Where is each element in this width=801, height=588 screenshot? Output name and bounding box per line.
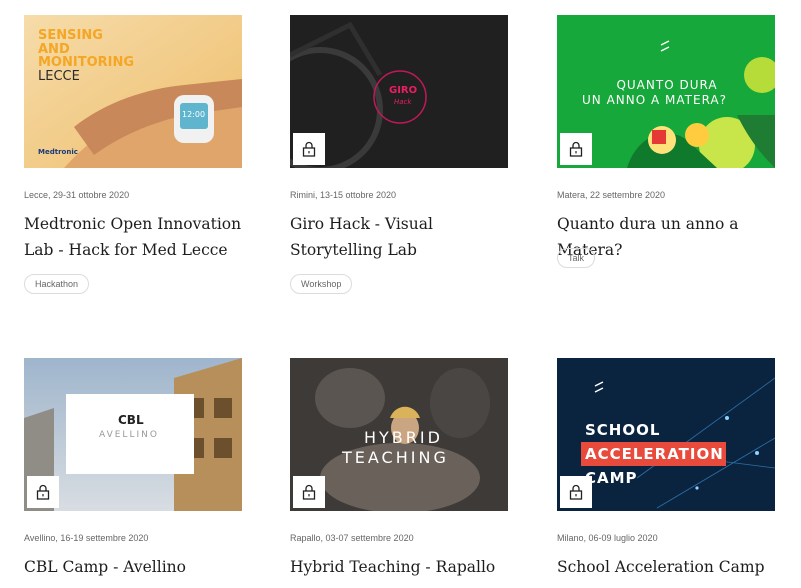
image-text-line2: UN ANNO A MATERA?: [582, 93, 727, 107]
image-text-line2: ACCELERATION: [585, 445, 724, 463]
event-title[interactable]: School Acceleration Camp: [557, 554, 797, 580]
event-title[interactable]: Hybrid Teaching - Rapallo: [290, 554, 530, 580]
event-meta: Milano, 06-09 luglio 2020: [557, 533, 658, 543]
lock-badge: [560, 476, 592, 508]
giro-logo: GIRO: [389, 85, 418, 96]
lock-icon: [36, 484, 50, 500]
lock-badge: [293, 476, 325, 508]
lock-icon: [569, 141, 583, 157]
event-tag[interactable]: Talk: [557, 248, 596, 268]
lock-icon: [569, 484, 583, 500]
event-image[interactable]: CBL AVELLINO: [24, 358, 242, 511]
event-image[interactable]: GIRO Hack: [290, 15, 508, 168]
event-card[interactable]: SCHOOL ACCELERATION CAMP Milano, 06-09 l…: [557, 358, 775, 576]
event-tag[interactable]: Workshop: [290, 274, 353, 294]
image-text-line2: TEACHING: [342, 448, 449, 467]
lock-badge: [293, 133, 325, 165]
cbl-logo: CBL: [118, 413, 144, 427]
event-meta: Rapallo, 03-07 settembre 2020: [290, 533, 414, 543]
event-meta: Lecce, 29-31 ottobre 2020: [24, 190, 130, 200]
image-text-line2: AND: [38, 41, 70, 57]
lock-icon: [302, 484, 316, 500]
event-meta: Matera, 22 settembre 2020: [557, 190, 666, 200]
event-card[interactable]: GIRO Hack Rimini, 13-15 ottobre 2020 Gir…: [290, 15, 508, 294]
lock-badge: [560, 133, 592, 165]
event-title[interactable]: Giro Hack - Visual Storytelling Lab: [290, 211, 530, 263]
image-text-line1: HYBRID: [363, 428, 443, 447]
event-image[interactable]: SENSING AND MONITORING LECCE Medtronic 1…: [24, 15, 242, 168]
image-text-line3: CAMP: [585, 469, 638, 487]
event-meta: Avellino, 16-19 settembre 2020: [24, 533, 149, 543]
event-image[interactable]: QUANTO DURA UN ANNO A MATERA?: [557, 15, 775, 168]
event-title[interactable]: CBL Camp - Avellino: [24, 554, 264, 580]
event-image[interactable]: HYBRID TEACHING: [290, 358, 508, 511]
event-card[interactable]: CBL AVELLINO Avellino, 16-19 settembre 2…: [24, 358, 242, 576]
image-text-line1: SCHOOL: [585, 421, 661, 439]
event-card[interactable]: SENSING AND MONITORING LECCE Medtronic 1…: [24, 15, 242, 294]
city-label: AVELLINO: [99, 430, 159, 440]
lock-badge: [27, 476, 59, 508]
event-tag[interactable]: Hackathon: [24, 274, 90, 294]
hack-logo: Hack: [394, 98, 412, 106]
event-title[interactable]: Medtronic Open Innovation Lab - Hack for…: [24, 211, 264, 263]
event-card[interactable]: HYBRID TEACHING Rapallo, 03-07 settembre…: [290, 358, 508, 576]
brand-logo: Medtronic: [38, 148, 78, 156]
event-meta: Rimini, 13-15 ottobre 2020: [290, 190, 397, 200]
image-text-line1: SENSING: [38, 28, 103, 43]
event-card[interactable]: QUANTO DURA UN ANNO A MATERA? Matera, 22…: [557, 15, 775, 268]
lock-icon: [302, 141, 316, 157]
image-text-line4: LECCE: [38, 68, 80, 84]
watch-display: 12:00: [182, 110, 206, 119]
image-text-line3: MONITORING: [38, 55, 135, 70]
event-image[interactable]: SCHOOL ACCELERATION CAMP: [557, 358, 775, 511]
image-text-line1: QUANTO DURA: [616, 78, 718, 92]
